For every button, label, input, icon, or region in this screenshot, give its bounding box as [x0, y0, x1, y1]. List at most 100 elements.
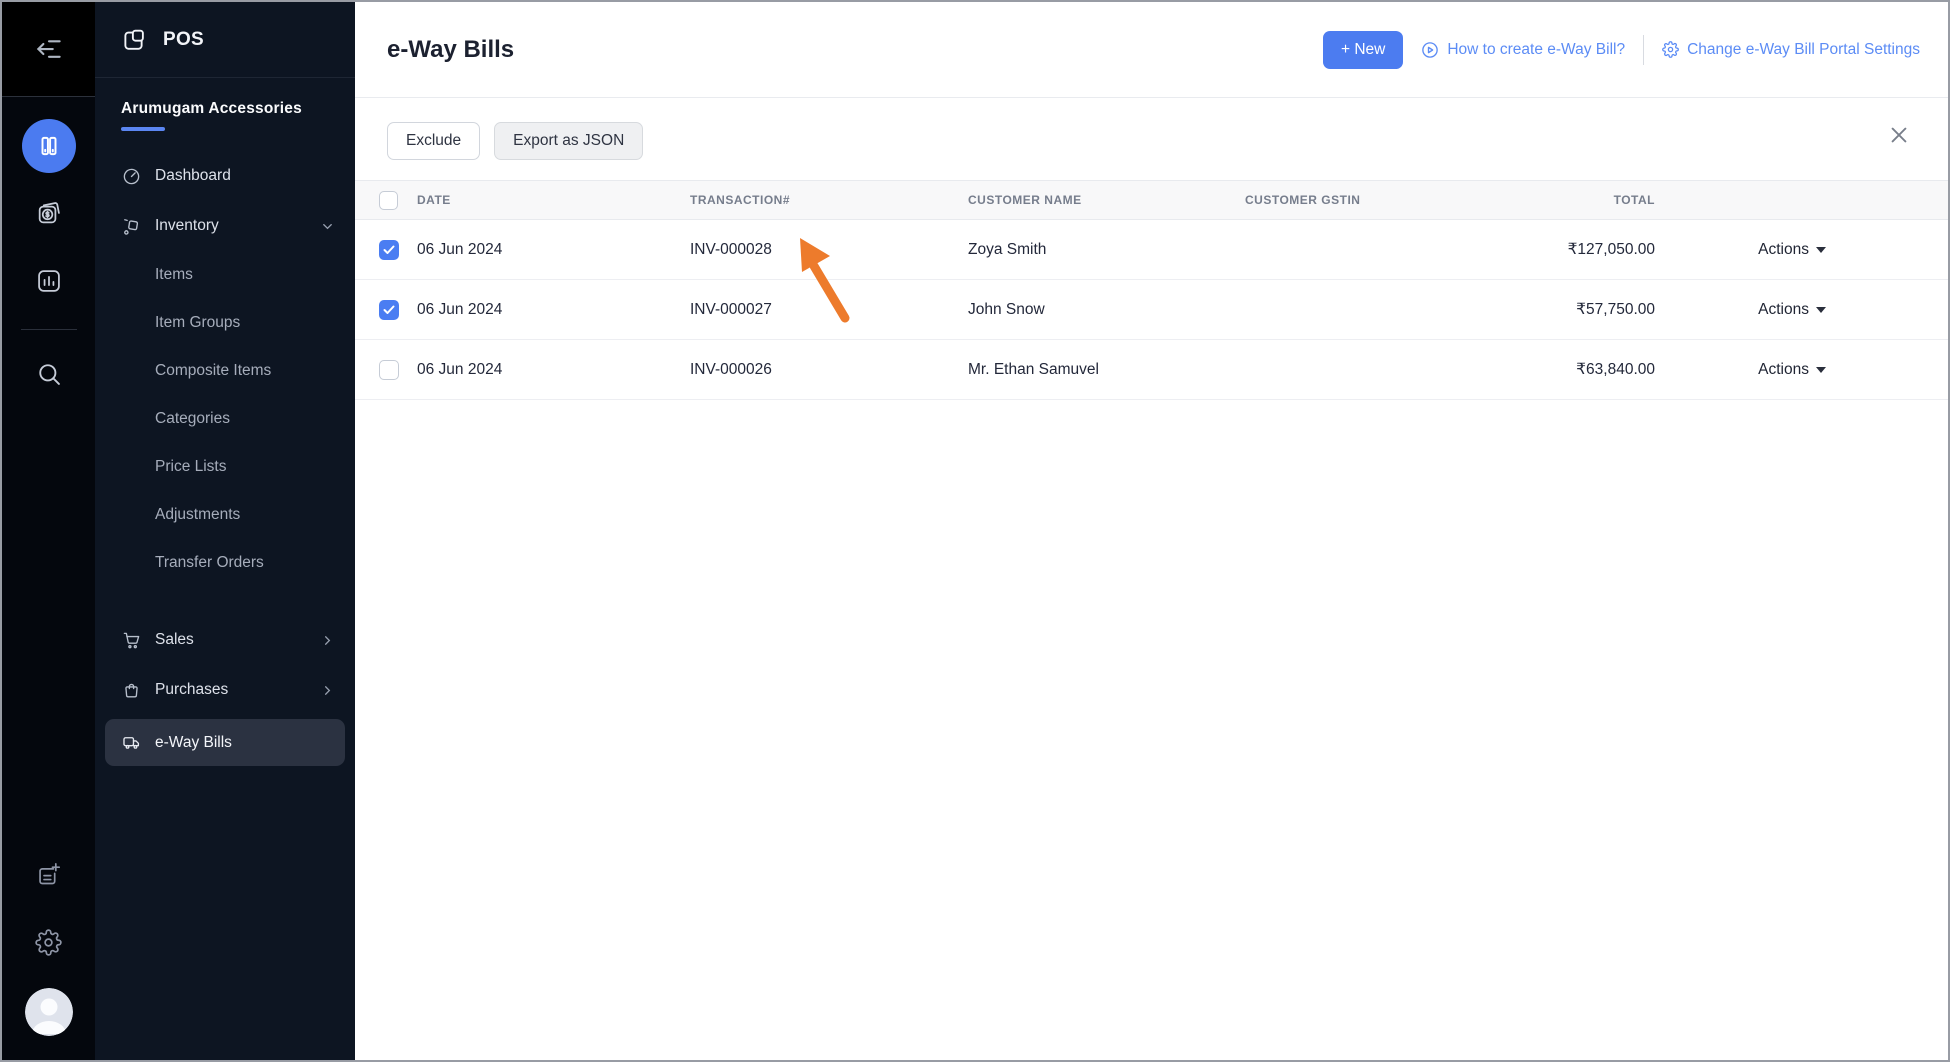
- truck-icon: [121, 733, 141, 753]
- export-json-button[interactable]: Export as JSON: [494, 122, 644, 160]
- cell-total: ₹63,840.00: [1576, 361, 1655, 378]
- cart-icon: [121, 630, 141, 650]
- inventory-app-button[interactable]: [21, 119, 76, 173]
- inventory-app-icon: [41, 136, 56, 156]
- settings-button[interactable]: [26, 919, 72, 965]
- cell-date: 06 Jun 2024: [417, 360, 503, 378]
- table-header-row: DATE TRANSACTION# CUSTOMER NAME CUSTOMER…: [355, 180, 1948, 220]
- reports-app-button[interactable]: [26, 258, 72, 304]
- cell-total: ₹127,050.00: [1567, 241, 1655, 258]
- sidebar-item-label: Inventory: [155, 217, 219, 234]
- sidebar-item-label: e-Way Bills: [155, 733, 232, 751]
- user-avatar-icon: [24, 988, 73, 1036]
- sidebar-item-categories[interactable]: Categories: [95, 395, 355, 443]
- actions-label: Actions: [1758, 240, 1809, 258]
- caret-down-icon: [1816, 366, 1826, 373]
- sidebar-item-transfer-orders[interactable]: Transfer Orders: [95, 539, 355, 587]
- table-row[interactable]: 06 Jun 2024 INV-000027 John Snow ₹57,750…: [355, 280, 1948, 340]
- column-header-customer-gstin[interactable]: CUSTOMER GSTIN: [1245, 193, 1505, 207]
- caret-down-icon: [1816, 246, 1826, 253]
- actions-dropdown[interactable]: Actions: [1758, 301, 1826, 319]
- select-all-checkbox[interactable]: [379, 190, 398, 210]
- cell-total: ₹57,750.00: [1576, 301, 1655, 318]
- cell-date: 06 Jun 2024: [417, 300, 503, 318]
- check-icon: [383, 305, 395, 314]
- exclude-button[interactable]: Exclude: [387, 122, 481, 160]
- sidebar-item-label: Composite Items: [155, 362, 272, 379]
- sidebar-item-adjustments[interactable]: Adjustments: [95, 491, 355, 539]
- sidebar-item-eway-bills[interactable]: e-Way Bills: [105, 719, 345, 766]
- sidebar-item-label: Item Groups: [155, 314, 241, 331]
- sidebar-item-inventory[interactable]: Inventory: [95, 201, 355, 251]
- page-title: e-Way Bills: [387, 35, 515, 63]
- billing-app-icon: [38, 202, 60, 224]
- company-section: Arumugam Accessories: [95, 78, 355, 141]
- sidebar-item-item-groups[interactable]: Item Groups: [95, 299, 355, 347]
- sidebar-item-label: Dashboard: [155, 167, 231, 184]
- user-avatar[interactable]: [24, 988, 73, 1036]
- actions-dropdown[interactable]: Actions: [1758, 361, 1826, 379]
- cell-transaction[interactable]: INV-000028: [690, 241, 968, 259]
- search-icon: [38, 364, 60, 385]
- sidebar-nav: Dashboard Inventory Items Item Groups Co…: [95, 141, 355, 1060]
- row-checkbox[interactable]: [379, 359, 399, 380]
- caret-down-icon: [1816, 306, 1826, 313]
- sidebar-item-label: Transfer Orders: [155, 554, 264, 571]
- sidebar-item-label: Sales: [155, 631, 194, 648]
- sidebar-item-sales[interactable]: Sales: [95, 615, 355, 665]
- cell-customer: John Snow: [968, 300, 1045, 318]
- page-header: e-Way Bills + New How to create e-Way Bi…: [355, 2, 1948, 98]
- app-icon-bar: [2, 2, 95, 1060]
- sidebar-item-items[interactable]: Items: [95, 251, 355, 299]
- sidebar-item-purchases[interactable]: Purchases: [95, 665, 355, 715]
- gear-icon: [1662, 41, 1680, 58]
- cell-date: 06 Jun 2024: [417, 240, 503, 258]
- sidebar-item-label: Price Lists: [155, 458, 227, 475]
- page-content: Exclude Export as JSON DATE TRANSACTION#…: [355, 98, 1948, 1060]
- table-row[interactable]: 06 Jun 2024 INV-000026 Mr. Ethan Samuvel…: [355, 340, 1948, 400]
- app-window: POS Arumugam Accessories Dashboard Inven…: [0, 0, 1950, 1062]
- toolbar: Exclude Export as JSON: [355, 98, 1948, 323]
- main-content: e-Way Bills + New How to create e-Way Bi…: [355, 2, 1948, 1060]
- actions-label: Actions: [1758, 300, 1809, 318]
- close-button[interactable]: [1884, 120, 1914, 150]
- actions-dropdown[interactable]: Actions: [1758, 241, 1826, 259]
- sidebar-item-composite-items[interactable]: Composite Items: [95, 347, 355, 395]
- add-document-button[interactable]: [26, 851, 72, 897]
- new-button[interactable]: + New: [1322, 30, 1404, 69]
- column-header-date[interactable]: DATE: [417, 193, 690, 207]
- cell-transaction[interactable]: INV-000027: [690, 301, 968, 319]
- row-checkbox[interactable]: [379, 299, 399, 320]
- sidebar-item-dashboard[interactable]: Dashboard: [95, 151, 355, 201]
- search-button[interactable]: [26, 351, 72, 397]
- collapse-sidebar-button[interactable]: [2, 2, 95, 97]
- reports-app-icon: [37, 270, 60, 292]
- add-document-icon: [39, 862, 61, 884]
- sidebar-item-label: Categories: [155, 410, 230, 427]
- actions-label: Actions: [1758, 360, 1809, 378]
- portal-settings-label: Change e-Way Bill Portal Settings: [1687, 40, 1920, 58]
- company-accent-underline: [121, 127, 165, 131]
- inventory-icon: [121, 216, 141, 236]
- row-checkbox[interactable]: [379, 239, 399, 260]
- chevron-down-icon: [320, 219, 335, 234]
- sidebar-item-price-lists[interactable]: Price Lists: [95, 443, 355, 491]
- chevron-right-icon: [320, 633, 335, 648]
- sidebar-item-label: Purchases: [155, 681, 229, 698]
- sidebar-item-label: Items: [155, 266, 193, 283]
- table-row[interactable]: 06 Jun 2024 INV-000028 Zoya Smith ₹127,0…: [355, 220, 1948, 280]
- portal-settings-link[interactable]: Change e-Way Bill Portal Settings: [1662, 41, 1920, 59]
- close-icon: [1891, 127, 1907, 143]
- app-name: POS: [163, 28, 205, 50]
- bag-icon: [121, 680, 141, 700]
- iconbar-divider: [20, 329, 77, 330]
- column-header-transaction[interactable]: TRANSACTION#: [690, 193, 968, 207]
- how-to-create-link[interactable]: How to create e-Way Bill?: [1421, 41, 1625, 59]
- pos-logo-icon: [124, 29, 144, 50]
- billing-app-button[interactable]: [26, 190, 72, 236]
- column-header-total[interactable]: TOTAL: [1505, 193, 1655, 207]
- company-name: Arumugam Accessories: [121, 100, 302, 117]
- column-header-customer-name[interactable]: CUSTOMER NAME: [968, 193, 1245, 207]
- header-divider: [1643, 34, 1645, 65]
- cell-transaction[interactable]: INV-000026: [690, 361, 968, 379]
